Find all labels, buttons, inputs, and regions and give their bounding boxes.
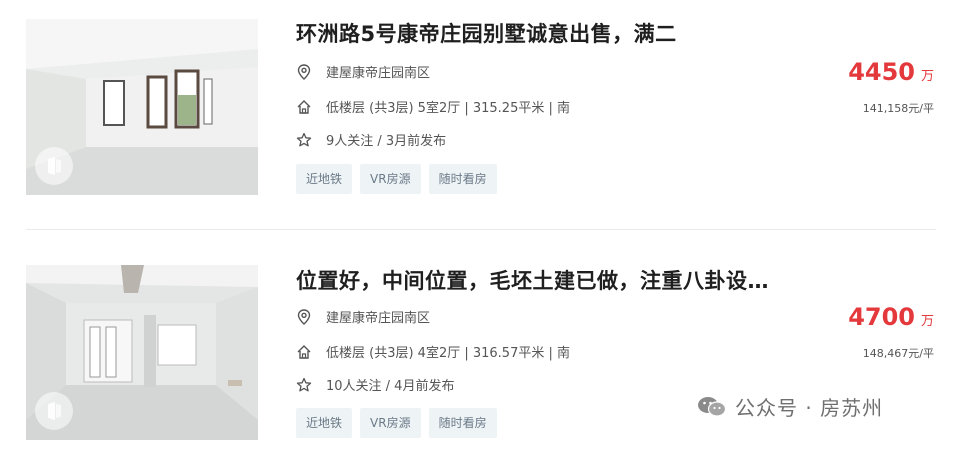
vr-icon[interactable] [35,392,73,430]
tag-list: 近地铁 VR房源 随时看房 [296,408,497,438]
tag-near-subway: 近地铁 [296,408,353,438]
unit-price: 148,467元/平 [862,347,934,360]
tag-viewing-anytime: 随时看房 [428,164,497,194]
wechat-icon [697,395,727,419]
follow-row: 9人关注 / 3月前发布 [296,130,446,149]
tag-near-subway: 近地铁 [296,164,353,194]
house-info: 低楼层 (共3层) 5室2厅 | 315.25平米 | 南 [326,101,570,116]
listing-card[interactable]: 环洲路5号康帝庄园别墅诚意出售，满二 建屋康帝庄园南区 低楼层 (共3层) 5室… [0,0,959,195]
vr-icon[interactable] [35,147,73,185]
price-unit: 万 [920,69,934,84]
house-icon [296,344,312,360]
price-unit: 万 [920,314,934,329]
location-pin-icon [296,63,312,80]
house-info: 低楼层 (共3层) 4室2厅 | 316.57平米 | 南 [326,346,570,361]
community-row: 建屋康帝庄园南区 [296,62,430,81]
total-price: 4700 万 [848,303,934,331]
tag-viewing-anytime: 随时看房 [428,408,497,438]
community-row: 建屋康帝庄园南区 [296,307,430,326]
total-price: 4450 万 [848,58,934,86]
follow-info: 9人关注 / 3月前发布 [326,134,447,149]
price-value: 4450 [848,58,915,86]
house-info-row: 低楼层 (共3层) 5室2厅 | 315.25平米 | 南 [296,97,570,116]
tag-vr: VR房源 [360,408,421,438]
star-icon [296,132,312,148]
house-icon [296,99,312,115]
price-value: 4700 [848,303,915,331]
tag-vr: VR房源 [360,164,421,194]
follow-info: 10人关注 / 4月前发布 [326,379,455,394]
community-link[interactable]: 建屋康帝庄园南区 [326,307,430,326]
community-link[interactable]: 建屋康帝庄园南区 [326,62,430,81]
unit-price: 141,158元/平 [862,102,934,115]
star-icon [296,377,312,393]
watermark: 公众号 · 房苏州 [697,392,883,421]
tag-list: 近地铁 VR房源 随时看房 [296,164,497,194]
listing-title[interactable]: 环洲路5号康帝庄园别墅诚意出售，满二 [296,18,677,48]
watermark-text: 公众号 · 房苏州 [735,396,884,420]
house-info-row: 低楼层 (共3层) 4室2厅 | 316.57平米 | 南 [296,342,570,361]
listing-photo[interactable] [26,265,258,440]
divider [26,229,936,230]
location-pin-icon [296,308,312,325]
follow-row: 10人关注 / 4月前发布 [296,375,454,394]
listing-title[interactable]: 位置好，中间位置，毛坯土建已做，注重八卦设… [296,265,769,295]
listing-photo[interactable] [26,19,258,195]
